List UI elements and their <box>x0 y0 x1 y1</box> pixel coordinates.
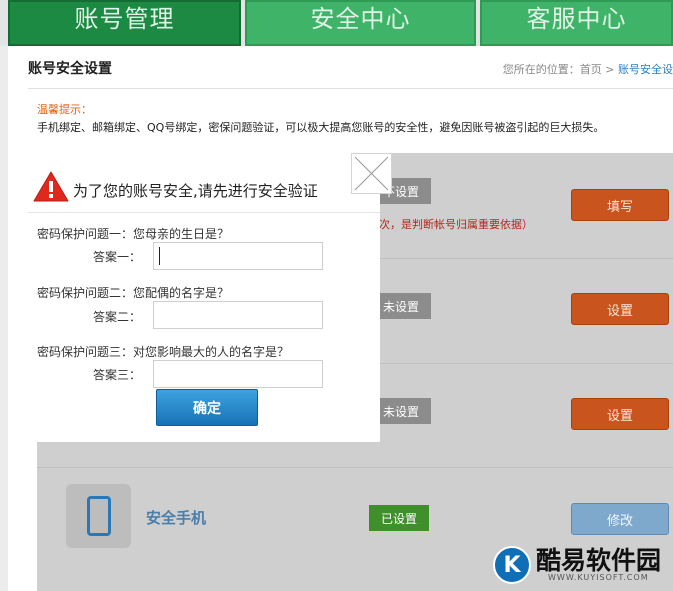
close-icon <box>354 156 389 191</box>
tab-account-management[interactable]: 账号管理 <box>8 0 241 46</box>
fill-button[interactable]: 填写 <box>571 189 669 221</box>
dialog-header: 为了您的账号安全,请先进行安全验证 <box>28 153 380 213</box>
tip-title: 温馨提示： <box>37 103 92 116</box>
set-button[interactable]: 设置 <box>571 398 669 430</box>
tab-customer-service[interactable]: 客服中心 <box>480 0 673 46</box>
brand-name: 酷易软件园 <box>536 546 662 575</box>
divider <box>28 88 673 89</box>
security-phone-label: 安全手机 <box>146 509 207 527</box>
status-badge: 未设置 <box>371 293 431 319</box>
status-badge: 未设置 <box>371 398 431 424</box>
answer-3-label: 答案三： <box>93 368 142 382</box>
row-divider <box>37 467 673 468</box>
setting-note: 次，是判断帐号归属重要依据） <box>379 218 533 231</box>
confirm-button[interactable]: 确定 <box>156 389 258 426</box>
answer-3-input[interactable] <box>153 360 323 388</box>
tab-label: 客服中心 <box>526 4 627 33</box>
question-3-label: 密码保护问题三：对您影响最大的人的名字是？ <box>37 345 290 359</box>
question-2-label: 密码保护问题二：您配偶的名字是？ <box>37 286 230 300</box>
status-badge: 已设置 <box>369 505 429 531</box>
phone-icon <box>86 496 111 536</box>
breadcrumb-current[interactable]: 账号安全设 <box>618 63 673 76</box>
modify-button[interactable]: 修改 <box>571 503 669 535</box>
brand-url: WWW.KUYISOFT.COM <box>548 573 649 582</box>
question-1-label: 密码保护问题一：您母亲的生日是？ <box>37 227 230 241</box>
tab-label: 账号管理 <box>74 4 175 33</box>
breadcrumb: 您所在的位置：首页 > 账号安全设 <box>503 61 673 77</box>
top-nav: 账号管理 安全中心 客服中心 <box>0 0 673 46</box>
close-button[interactable] <box>351 153 392 194</box>
set-button[interactable]: 设置 <box>571 293 669 325</box>
answer-2-input[interactable] <box>153 301 323 329</box>
answer-2-label: 答案二： <box>93 310 142 324</box>
page-title: 账号安全设置 <box>28 61 112 77</box>
phone-card <box>66 484 131 548</box>
tip-text: 手机绑定、邮箱绑定、QQ号绑定，密保问题验证，可以极大提高您账号的安全性，避免因… <box>37 121 605 134</box>
breadcrumb-prefix: 您所在的位置：首页 > <box>502 63 618 76</box>
tab-label: 安全中心 <box>310 4 411 33</box>
tab-security-center[interactable]: 安全中心 <box>245 0 476 46</box>
warning-icon <box>33 171 69 202</box>
dialog-title: 为了您的账号安全,请先进行安全验证 <box>73 182 318 200</box>
answer-1-input[interactable] <box>153 242 323 270</box>
brand-logo-icon: K <box>493 546 531 584</box>
text-cursor <box>159 247 160 265</box>
answer-1-label: 答案一： <box>93 250 142 264</box>
